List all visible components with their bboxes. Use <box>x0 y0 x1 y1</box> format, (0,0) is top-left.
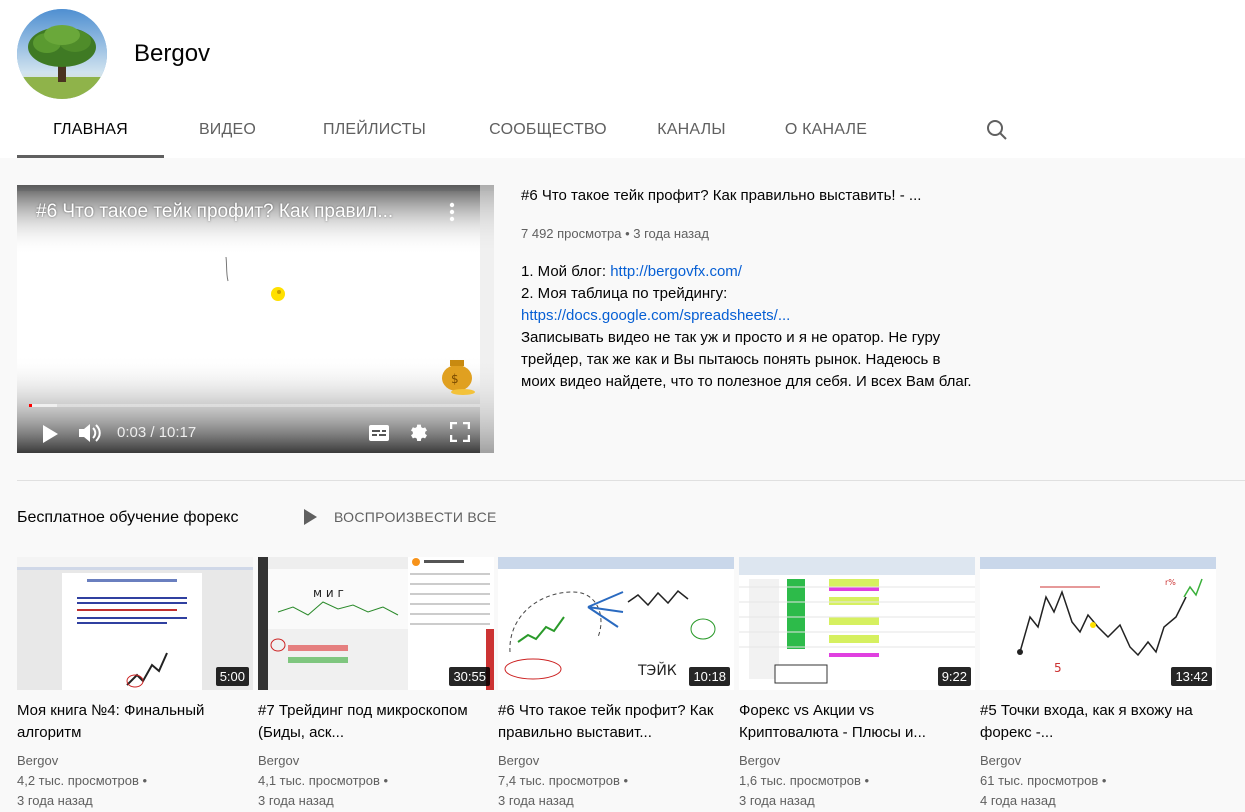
play-all-label: ВОСПРОИЗВЕСТИ ВСЕ <box>334 509 497 525</box>
tab-home[interactable]: ГЛАВНАЯ <box>17 102 164 158</box>
featured-video-info: #6 Что такое тейк профит? Как правильно … <box>521 185 972 393</box>
tree-avatar-image <box>17 9 107 99</box>
video-channel[interactable]: Bergov <box>17 751 253 771</box>
svg-text:r%: r% <box>1165 578 1176 587</box>
video-thumbnail[interactable]: 5 r% 13:42 <box>980 557 1216 690</box>
play-all-button[interactable]: ВОСПРОИЗВЕСТИ ВСЕ <box>302 508 497 526</box>
tab-videos[interactable]: ВИДЕО <box>164 102 291 158</box>
section-divider <box>17 480 1245 481</box>
featured-title[interactable]: #6 Что такое тейк профит? Как правильно … <box>521 185 971 207</box>
video-duration: 30:55 <box>449 667 490 686</box>
desc-body: Записывать видео не так уж и просто и я … <box>521 329 972 390</box>
player-time: 0:03 / 10:17 <box>117 424 197 441</box>
spreadsheet-link[interactable]: https://docs.google.com/spreadsheets/... <box>521 307 790 324</box>
desc-sheet-label: 2. Моя таблица по трейдингу: <box>521 285 728 302</box>
progress-bar[interactable] <box>29 404 480 407</box>
video-age: 3 года назад <box>498 793 574 808</box>
video-card[interactable]: 5:00 Моя книга №4: Финальный алгоритм Be… <box>17 557 253 811</box>
svg-text:ТЭЙК: ТЭЙК <box>637 661 677 679</box>
video-views: 4,1 тыс. просмотров • <box>258 773 389 788</box>
channel-header: Bergov ГЛАВНАЯ ВИДЕО ПЛЕЙЛИСТЫ СООБЩЕСТВ… <box>0 0 1245 158</box>
video-thumbnail[interactable]: м и г 30:55 <box>258 557 494 690</box>
svg-text:м и г: м и г <box>313 586 344 600</box>
video-title[interactable]: #5 Точки входа, как я вхожу на форекс -.… <box>980 700 1216 744</box>
video-channel[interactable]: Bergov <box>980 751 1216 771</box>
more-vertical-icon[interactable] <box>445 200 459 224</box>
video-channel[interactable]: Bergov <box>739 751 975 771</box>
play-icon <box>304 509 317 525</box>
video-views: 61 тыс. просмотров • <box>980 773 1107 788</box>
video-title[interactable]: #7 Трейдинг под микроскопом (Биды, аск..… <box>258 700 494 744</box>
tab-channels[interactable]: КАНАЛЫ <box>638 102 745 158</box>
video-views: 4,2 тыс. просмотров • <box>17 773 148 788</box>
tab-playlists[interactable]: ПЛЕЙЛИСТЫ <box>291 102 458 158</box>
video-duration: 9:22 <box>937 667 971 686</box>
progress-played <box>29 404 32 407</box>
video-title[interactable]: Моя книга №4: Финальный алгоритм <box>17 700 253 744</box>
video-views: 7,4 тыс. просмотров • <box>498 773 629 788</box>
video-age: 3 года назад <box>739 793 815 808</box>
settings-gear-icon[interactable] <box>408 421 430 443</box>
video-age: 4 года назад <box>980 793 1056 808</box>
video-channel[interactable]: Bergov <box>498 751 734 771</box>
svg-text:$: $ <box>451 372 459 386</box>
video-title[interactable]: #6 Что такое тейк профит? Как правильно … <box>498 700 734 744</box>
video-thumbnail[interactable]: 5:00 <box>17 557 253 690</box>
video-thumbnail[interactable]: ТЭЙК 10:18 <box>498 557 734 690</box>
featured-age: 3 года назад <box>633 226 709 241</box>
video-title[interactable]: Форекс vs Акции vs Криптовалюта - Плюсы … <box>739 700 975 744</box>
player-video-frame: $ <box>17 185 494 453</box>
video-duration: 10:18 <box>689 667 730 686</box>
featured-description: 1. Мой блог: http://bergovfx.com/ 2. Моя… <box>521 261 976 393</box>
video-age: 3 года назад <box>17 793 93 808</box>
player-title[interactable]: #6 Что такое тейк профит? Как правил... <box>36 201 393 223</box>
video-card[interactable]: м и г 30:55 #7 Трейдинг под микроскопом … <box>258 557 494 811</box>
fullscreen-icon[interactable] <box>450 422 470 442</box>
channel-tabs: ГЛАВНАЯ ВИДЕО ПЛЕЙЛИСТЫ СООБЩЕСТВО КАНАЛ… <box>17 102 907 158</box>
channel-name: Bergov <box>134 40 211 67</box>
search-icon[interactable] <box>985 118 1009 142</box>
video-duration: 13:42 <box>1171 667 1212 686</box>
video-channel[interactable]: Bergov <box>258 751 494 771</box>
tab-about[interactable]: О КАНАЛЕ <box>745 102 907 158</box>
play-icon[interactable] <box>39 423 61 445</box>
shelf-title[interactable]: Бесплатное обучение форекс <box>17 509 238 527</box>
desc-blog-label: 1. Мой блог: <box>521 263 611 280</box>
video-thumbnail[interactable]: 9:22 <box>739 557 975 690</box>
volume-icon[interactable] <box>77 421 103 445</box>
featured-video-player[interactable]: $ #6 Что такое тейк профит? Как правил..… <box>17 185 494 453</box>
video-card[interactable]: 9:22 Форекс vs Акции vs Криптовалюта - П… <box>739 557 975 811</box>
svg-text:5: 5 <box>1054 661 1062 675</box>
channel-avatar[interactable] <box>17 9 107 99</box>
blog-link[interactable]: http://bergovfx.com/ <box>610 263 742 280</box>
featured-views: 7 492 просмотра <box>521 226 622 241</box>
tab-community[interactable]: СООБЩЕСТВО <box>458 102 638 158</box>
featured-meta: 7 492 просмотра • 3 года назад <box>521 225 971 243</box>
subtitles-icon[interactable] <box>368 423 390 443</box>
video-card[interactable]: 5 r% 13:42 #5 Точки входа, как я вхожу н… <box>980 557 1216 811</box>
video-views: 1,6 тыс. просмотров • <box>739 773 870 788</box>
video-duration: 5:00 <box>215 667 249 686</box>
video-age: 3 года назад <box>258 793 334 808</box>
video-card[interactable]: ТЭЙК 10:18 #6 Что такое тейк профит? Как… <box>498 557 734 811</box>
progress-buffered <box>29 404 57 407</box>
